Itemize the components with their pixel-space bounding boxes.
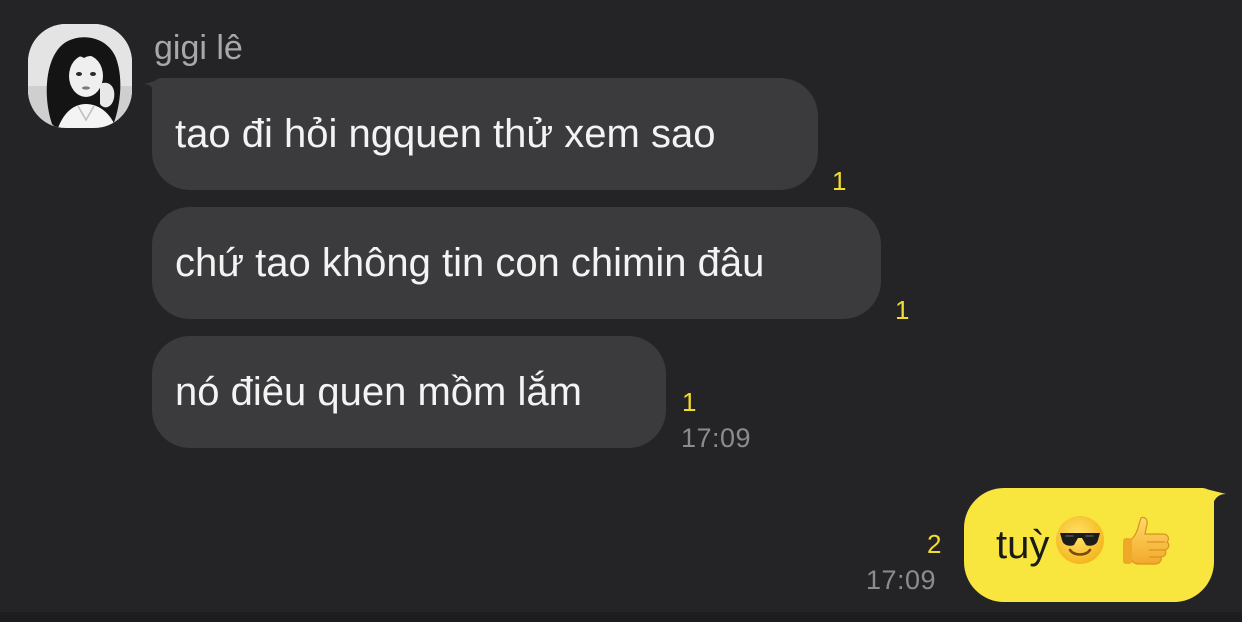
message-text: nó điêu quen mồm lắm (175, 370, 582, 414)
message-bubble[interactable]: tao đi hỏi ngquen thử xem sao (152, 78, 818, 190)
unread-count: 1 (832, 166, 847, 196)
contact-avatar[interactable] (28, 24, 132, 128)
message-bubble[interactable]: chứ tao không tin con chimin đâu (152, 207, 881, 319)
unread-count: 2 (927, 529, 942, 559)
message-timestamp: 17:09 (866, 565, 937, 595)
message-text: tuỳ (996, 522, 1050, 567)
thumbs-up-emoji (1119, 512, 1175, 578)
message-text: tao đi hỏi ngquen thử xem sao (175, 112, 716, 156)
sender-name: gigi lê (154, 29, 243, 67)
message-timestamp: 17:09 (681, 423, 752, 453)
message-text: chứ tao không tin con chimin đâu (175, 241, 765, 285)
message-bubble[interactable]: nó điêu quen mồm lắm (152, 336, 666, 448)
unread-count: 1 (682, 387, 697, 417)
my-message-bubble[interactable]: tuỳ (964, 488, 1214, 602)
bottom-edge (0, 612, 1242, 622)
sunglasses-face-emoji (1053, 513, 1107, 577)
chat-view: gigi lê tao đi hỏi ngquen thử xem sao 1 … (0, 0, 1242, 622)
unread-count: 1 (895, 295, 910, 325)
